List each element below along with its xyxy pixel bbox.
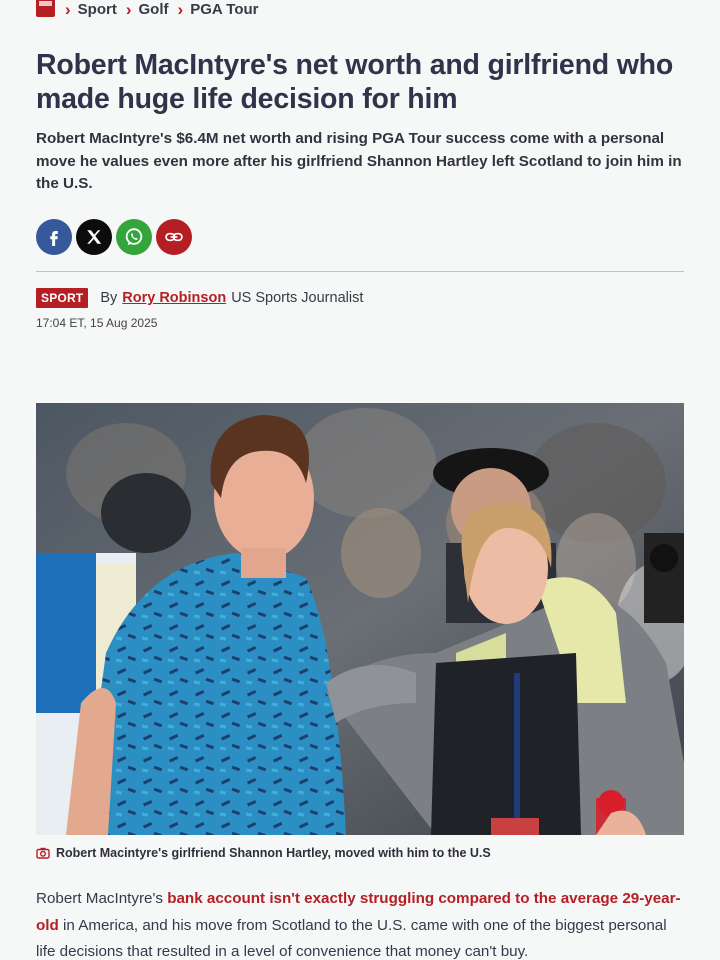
breadcrumb: › Sport › Golf › PGA Tour	[36, 0, 259, 18]
author-link[interactable]: Rory Robinson	[122, 290, 226, 306]
link-icon	[165, 232, 183, 242]
share-whatsapp-button[interactable]	[116, 219, 152, 255]
article-title: Robert MacIntyre's net worth and girlfri…	[36, 49, 674, 115]
body-text-end: in America, and his move from Scotland t…	[36, 916, 667, 960]
site-logo-icon[interactable]	[36, 0, 55, 17]
whatsapp-icon	[125, 228, 143, 246]
hero-image	[36, 403, 684, 835]
share-facebook-button[interactable]	[36, 219, 72, 255]
chevron-right-icon: ›	[125, 0, 132, 19]
author-role: US Sports Journalist	[231, 290, 364, 306]
byline: SPORT By Rory Robinson US Sports Journal…	[36, 288, 363, 308]
by-label: By	[100, 290, 118, 306]
breadcrumb-pga-tour[interactable]: PGA Tour	[190, 1, 258, 18]
image-caption: Robert Macintyre's girlfriend Shannon Ha…	[36, 846, 491, 860]
share-x-button[interactable]	[76, 219, 112, 255]
chevron-right-icon: ›	[65, 0, 71, 19]
article-paragraph: Robert MacIntyre's bank account isn't ex…	[36, 886, 686, 960]
breadcrumb-golf[interactable]: Golf	[139, 1, 169, 18]
copy-link-button[interactable]	[156, 219, 192, 255]
x-icon	[87, 230, 102, 244]
camera-icon	[36, 847, 50, 859]
article-standfirst: Robert MacIntyre's $6.4M net worth and r…	[36, 130, 682, 192]
caption-text: Robert Macintyre's girlfriend Shannon Ha…	[56, 846, 491, 860]
chevron-right-icon: ›	[177, 0, 184, 19]
share-bar	[36, 219, 192, 255]
breadcrumb-sport[interactable]: Sport	[78, 1, 117, 18]
publish-timestamp: 17:04 ET, 15 Aug 2025	[36, 316, 158, 330]
body-text-start: Robert MacIntyre's	[36, 890, 168, 907]
facebook-icon	[50, 231, 58, 246]
divider	[36, 271, 684, 272]
section-badge[interactable]: SPORT	[36, 288, 89, 308]
